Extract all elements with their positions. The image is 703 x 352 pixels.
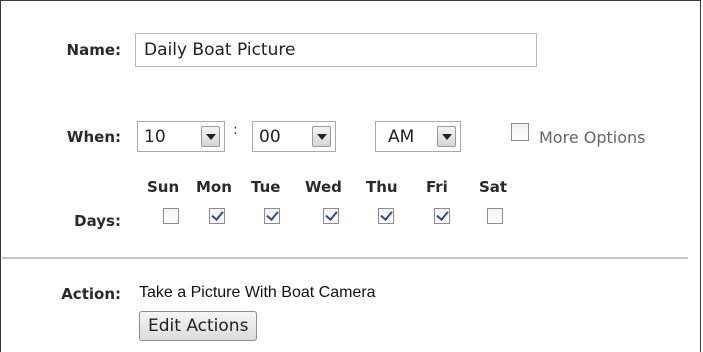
more-options-label[interactable]: More Options [539, 128, 645, 147]
day-checkbox-sat[interactable] [487, 208, 503, 224]
action-description: Take a Picture With Boat Camera [139, 284, 376, 301]
day-checkbox-thu[interactable] [378, 208, 394, 224]
day-label-mon: Mon [196, 178, 232, 196]
ampm-value: AM [388, 126, 415, 147]
hour-value: 10 [144, 126, 166, 147]
minute-select[interactable]: 00 [252, 121, 336, 152]
day-label-sun: Sun [147, 178, 180, 196]
days-label: Days: [74, 212, 121, 230]
day-checkbox-mon[interactable] [209, 208, 225, 224]
name-input[interactable] [135, 33, 537, 67]
action-label: Action: [61, 285, 121, 303]
ampm-select[interactable]: AM [375, 121, 461, 152]
chevron-down-icon[interactable] [201, 126, 220, 147]
chevron-down-icon[interactable] [312, 126, 331, 147]
more-options-checkbox[interactable] [511, 123, 529, 141]
day-label-thu: Thu [366, 178, 398, 196]
when-label: When: [66, 128, 121, 146]
day-checkbox-tue[interactable] [264, 208, 280, 224]
name-label: Name: [66, 41, 121, 59]
day-checkbox-fri[interactable] [434, 208, 450, 224]
hour-select[interactable]: 10 [137, 121, 225, 152]
chevron-down-icon[interactable] [437, 126, 456, 147]
edit-actions-button[interactable]: Edit Actions [139, 311, 258, 341]
day-label-fri: Fri [426, 178, 448, 196]
day-label-sat: Sat [479, 178, 508, 196]
day-checkbox-wed[interactable] [323, 208, 339, 224]
day-checkbox-sun[interactable] [163, 208, 179, 224]
schedule-panel: Name: When: 10 : 00 AM More Options Sun M… [0, 0, 701, 352]
divider [2, 257, 688, 259]
day-label-wed: Wed [305, 178, 342, 196]
day-label-tue: Tue [251, 178, 281, 196]
minute-value: 00 [259, 126, 281, 147]
time-separator: : [233, 122, 238, 138]
